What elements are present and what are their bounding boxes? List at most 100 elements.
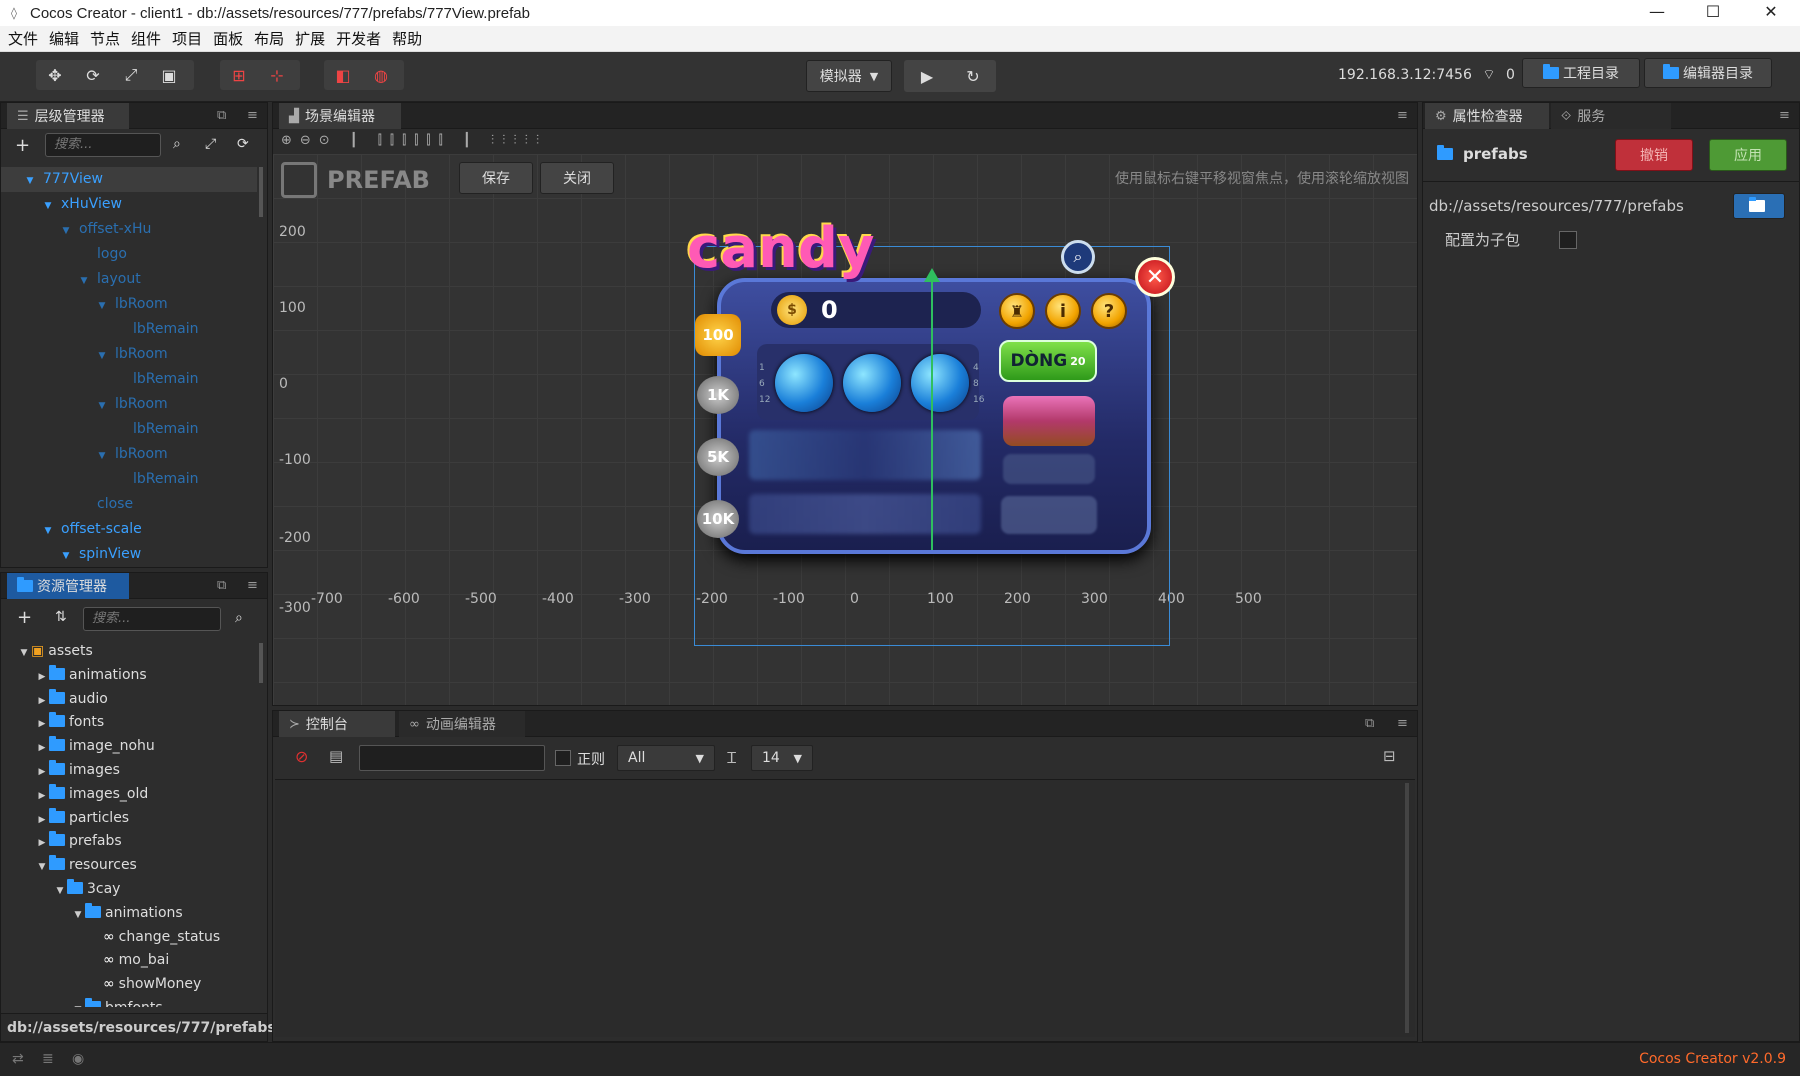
hierarchy-node[interactable]: ▼ spinView bbox=[1, 542, 257, 567]
add-asset-button[interactable]: + bbox=[17, 607, 32, 628]
revert-button[interactable]: 撤销 bbox=[1615, 139, 1693, 171]
panel-menu-icon[interactable]: ≡ bbox=[1779, 108, 1790, 123]
trophy-icon[interactable]: ♜ bbox=[999, 293, 1035, 329]
expand-arrow-icon[interactable]: ▼ bbox=[59, 544, 73, 567]
play-button[interactable]: ▶ bbox=[904, 61, 950, 91]
tab-services[interactable]: ⟐ 服务 bbox=[1551, 103, 1671, 129]
collapse-icon[interactable]: ⊟ bbox=[1383, 747, 1396, 765]
move-tool-icon[interactable]: ✥ bbox=[36, 60, 74, 90]
panel-menu-icon[interactable]: ≡ bbox=[247, 578, 258, 593]
hierarchy-node[interactable]: logo bbox=[1, 242, 257, 267]
bet-button-1k[interactable]: 1K bbox=[697, 376, 739, 414]
assets-search-input[interactable]: 搜索... bbox=[83, 607, 221, 631]
refresh-icon[interactable]: ⟳ bbox=[237, 136, 249, 152]
editor-dir-button[interactable]: 编辑器目录 bbox=[1644, 58, 1772, 88]
tab-assets[interactable]: 资源管理器 bbox=[7, 573, 129, 599]
asset-item[interactable]: ∞ mo_bai bbox=[1, 948, 169, 973]
open-log-icon[interactable]: ▤ bbox=[329, 747, 343, 765]
asset-item[interactable]: ∞ showMoney bbox=[1, 972, 201, 997]
extra-button[interactable] bbox=[1001, 496, 1097, 534]
expand-arrow-icon[interactable]: ▼ bbox=[95, 394, 109, 419]
popout-icon[interactable]: ⧉ bbox=[217, 108, 226, 123]
expand-arrow-icon[interactable]: ▼ bbox=[23, 169, 37, 194]
hierarchy-node[interactable]: ▼ lbRoom bbox=[1, 342, 257, 367]
hierarchy-node[interactable]: ▼ xHuView bbox=[1, 192, 257, 217]
auto-button[interactable] bbox=[1003, 454, 1095, 484]
asset-item[interactable]: ▼ animations bbox=[1, 901, 183, 926]
menu-component[interactable]: 组件 bbox=[127, 28, 168, 49]
console-scrollbar[interactable] bbox=[1405, 783, 1409, 1033]
asset-item[interactable]: ▶ prefabs bbox=[1, 829, 122, 854]
prefab-save-button[interactable]: 保存 bbox=[459, 162, 533, 194]
asset-item[interactable]: ▶ image_nohu bbox=[1, 734, 155, 759]
preview-mode-select[interactable]: 模拟器 ▼ bbox=[806, 60, 892, 92]
menu-file[interactable]: 文件 bbox=[4, 28, 45, 49]
sync-icon[interactable]: ⇄ bbox=[12, 1051, 24, 1067]
info-icon[interactable]: i bbox=[1045, 293, 1081, 329]
hierarchy-node[interactable]: ▼ offset-scale bbox=[1, 517, 257, 542]
hierarchy-scrollbar[interactable] bbox=[259, 167, 263, 217]
gizmo-arrow-icon[interactable] bbox=[924, 268, 940, 282]
rect-tool-icon[interactable]: ▣ bbox=[150, 60, 188, 90]
menu-developer[interactable]: 开发者 bbox=[332, 28, 388, 49]
hierarchy-node[interactable]: ▼ lbRoom bbox=[1, 392, 257, 417]
expand-arrow-icon[interactable]: ▼ bbox=[95, 294, 109, 319]
console-filter-input[interactable] bbox=[359, 745, 545, 771]
eye-icon[interactable]: ◉ bbox=[72, 1051, 84, 1067]
hierarchy-node[interactable]: lbRemain bbox=[1, 317, 257, 342]
hierarchy-node[interactable]: ▼ lbRoom bbox=[1, 442, 257, 467]
menu-layout[interactable]: 布局 bbox=[250, 28, 291, 49]
menu-project[interactable]: 项目 bbox=[168, 28, 209, 49]
prefab-close-button[interactable]: 关闭 bbox=[540, 162, 614, 194]
menu-node[interactable]: 节点 bbox=[86, 28, 127, 49]
panel-menu-icon[interactable]: ≡ bbox=[1397, 716, 1408, 731]
apply-button[interactable]: 应用 bbox=[1709, 139, 1787, 171]
asset-item[interactable]: ∞ change_status bbox=[1, 925, 220, 950]
asset-item[interactable]: ▶ images_old bbox=[1, 782, 148, 807]
local-global-icon[interactable]: ⊹ bbox=[258, 60, 296, 90]
tab-hierarchy[interactable]: ☰ 层级管理器 bbox=[7, 103, 129, 129]
database-icon[interactable]: ≣ bbox=[42, 1051, 54, 1067]
tab-scene[interactable]: ▟ 场景编辑器 bbox=[279, 103, 401, 129]
close-window-button[interactable]: ✕ bbox=[1742, 0, 1800, 26]
refresh-button[interactable]: ↻ bbox=[950, 61, 996, 91]
expand-arrow-icon[interactable]: ▼ bbox=[59, 219, 73, 244]
console-log-area[interactable] bbox=[275, 779, 1415, 1037]
scene-canvas[interactable]: PREFAB 保存 关闭 使用鼠标右键平移视窗焦点，使用滚轮缩放视图 200 10… bbox=[273, 154, 1417, 705]
expand-arrow-icon[interactable]: ▼ bbox=[95, 444, 109, 469]
panel-menu-icon[interactable]: ≡ bbox=[1397, 108, 1408, 123]
font-size-select[interactable]: 14 ▼ bbox=[751, 745, 813, 771]
align-toolbar[interactable]: ⊕⊖⊙ ┃ ⫿⫿⫿⫿⫿⫿ ┃ ⫶⫶⫶⫶⫶ bbox=[273, 129, 1417, 154]
expand-arrow-icon[interactable]: ▼ bbox=[95, 344, 109, 369]
hierarchy-node[interactable]: close bbox=[1, 492, 257, 517]
expand-arrow-icon[interactable]: ▼ bbox=[41, 194, 55, 219]
sort-icon[interactable]: ⇅ bbox=[55, 609, 67, 625]
subpackage-checkbox[interactable] bbox=[1559, 231, 1577, 249]
menu-help[interactable]: 帮助 bbox=[388, 28, 429, 49]
maximize-button[interactable]: ☐ bbox=[1684, 0, 1742, 26]
popout-icon[interactable]: ⧉ bbox=[1365, 716, 1374, 731]
rotate-tool-icon[interactable]: ⟳ bbox=[74, 60, 112, 90]
menu-edit[interactable]: 编辑 bbox=[45, 28, 86, 49]
scale-tool-icon[interactable]: ⤢ bbox=[112, 60, 150, 90]
hierarchy-node[interactable]: ▼ lbRoom bbox=[1, 292, 257, 317]
hierarchy-node[interactable]: ▼ offset-xHu bbox=[1, 217, 257, 242]
clear-console-icon[interactable]: ⊘ bbox=[295, 747, 308, 766]
expand-icon[interactable]: ⤢ bbox=[205, 136, 216, 152]
hierarchy-node[interactable]: ▼ 777View bbox=[1, 167, 257, 192]
asset-item[interactable]: ▶ fonts bbox=[1, 710, 104, 735]
expand-arrow-icon[interactable]: ▼ bbox=[71, 998, 85, 1007]
game-close-icon[interactable]: ✕ bbox=[1135, 257, 1175, 297]
line-button[interactable]: DÒNG 20 bbox=[999, 340, 1097, 382]
project-dir-button[interactable]: 工程目录 bbox=[1522, 58, 1640, 88]
menu-extension[interactable]: 扩展 bbox=[291, 28, 332, 49]
spin-button[interactable] bbox=[1003, 396, 1095, 446]
open-folder-button[interactable] bbox=[1733, 193, 1785, 219]
popout-icon[interactable]: ⧉ bbox=[217, 578, 226, 593]
zoom-icon[interactable]: ⌕ bbox=[1061, 240, 1095, 274]
asset-item[interactable]: ▶ audio bbox=[1, 687, 108, 712]
asset-item[interactable]: ▼ resources bbox=[1, 853, 137, 878]
hierarchy-node[interactable]: ▼ layout bbox=[1, 267, 257, 292]
hierarchy-node[interactable]: lbRemain bbox=[1, 467, 257, 492]
asset-item[interactable]: ▶ particles bbox=[1, 806, 129, 831]
